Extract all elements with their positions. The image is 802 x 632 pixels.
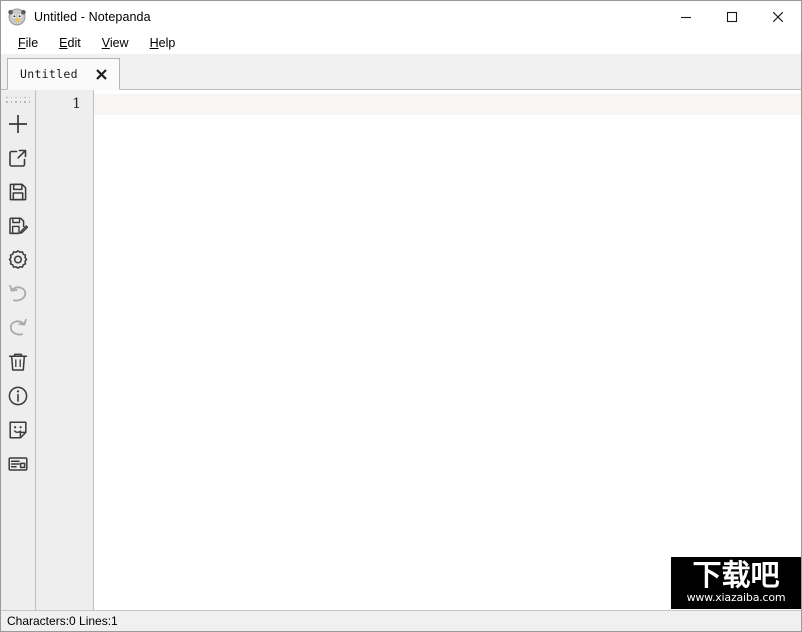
save-as-button[interactable] <box>2 210 35 244</box>
menu-bar: File Edit View Help <box>1 32 801 54</box>
menu-label-rest: dit <box>67 35 81 50</box>
status-bar: Characters:0 Lines:1 <box>1 610 801 631</box>
delete-button[interactable] <box>2 346 35 380</box>
undo-button[interactable] <box>2 278 35 312</box>
menu-mnemonic: V <box>101 35 110 50</box>
redo-arrow-icon <box>7 317 29 342</box>
menu-item-help[interactable]: Help <box>142 34 185 53</box>
panel-layout-icon <box>7 453 29 478</box>
open-file-button[interactable] <box>2 142 35 176</box>
sticker-button[interactable] <box>2 414 35 448</box>
tab-bar: Untitled <box>1 54 801 90</box>
title-bar[interactable]: Untitled - Notepanda <box>1 1 801 32</box>
minimize-button[interactable] <box>663 1 709 32</box>
floppy-disk-pencil-icon <box>7 215 29 240</box>
settings-button[interactable] <box>2 244 35 278</box>
status-text: Characters:0 Lines:1 <box>7 614 118 628</box>
trash-can-icon <box>7 351 29 376</box>
close-button[interactable] <box>755 1 801 32</box>
menu-mnemonic: H <box>149 35 159 50</box>
redo-button[interactable] <box>2 312 35 346</box>
gear-icon <box>7 249 29 274</box>
toolbar-drag-handle[interactable] <box>5 94 31 105</box>
menu-label-rest: elp <box>158 35 176 50</box>
window-controls <box>663 1 801 32</box>
menu-item-file[interactable]: File <box>10 34 47 53</box>
tab-label: Untitled <box>20 67 78 81</box>
info-circle-icon <box>7 385 29 410</box>
layout-button[interactable] <box>2 448 35 482</box>
line-number-gutter: 1 <box>36 90 94 610</box>
plus-icon <box>7 113 29 138</box>
about-button[interactable] <box>2 380 35 414</box>
sticky-note-smiley-icon <box>7 419 29 444</box>
menu-item-view[interactable]: View <box>94 34 138 53</box>
current-line-highlight <box>94 94 801 115</box>
undo-arrow-icon <box>7 283 29 308</box>
maximize-button[interactable] <box>709 1 755 32</box>
line-number: 1 <box>72 96 81 112</box>
left-toolbar <box>1 90 36 610</box>
open-external-icon <box>7 147 29 172</box>
floppy-disk-icon <box>7 181 29 206</box>
panda-logo-icon <box>8 8 26 26</box>
text-editor[interactable] <box>94 90 801 610</box>
application-window: Untitled - Notepanda File Edit View Help… <box>0 0 802 632</box>
new-file-button[interactable] <box>2 108 35 142</box>
save-file-button[interactable] <box>2 176 35 210</box>
menu-label-rest: ile <box>25 35 39 50</box>
menu-label-rest: iew <box>109 35 129 50</box>
tab-untitled[interactable]: Untitled <box>7 58 120 90</box>
editor-area: 1 <box>1 90 801 610</box>
menu-mnemonic: F <box>18 35 26 50</box>
window-title: Untitled - Notepanda <box>34 9 151 24</box>
tab-close-icon[interactable] <box>94 67 109 82</box>
menu-item-edit[interactable]: Edit <box>51 34 90 53</box>
menu-mnemonic: E <box>59 35 68 50</box>
